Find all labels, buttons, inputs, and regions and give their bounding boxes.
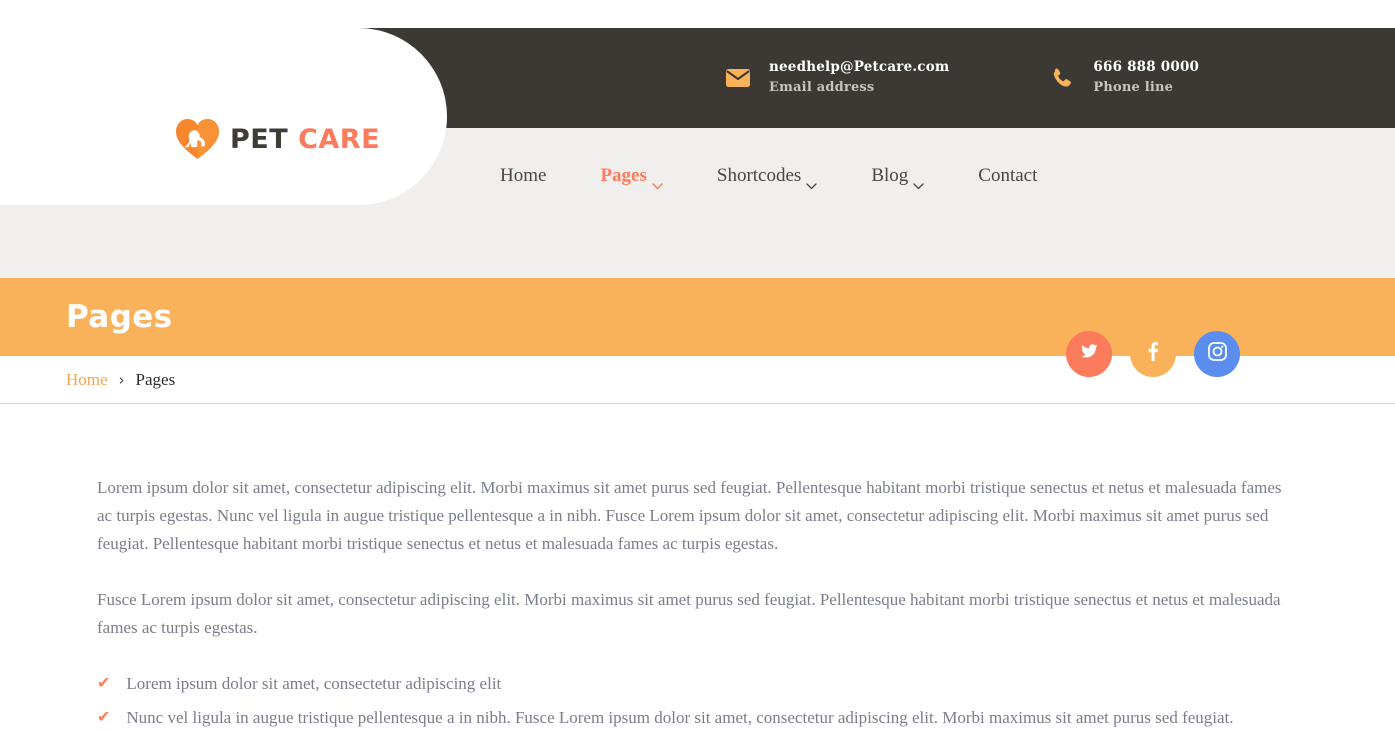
- nav-item-blog-label: Blog: [871, 164, 909, 186]
- social-facebook[interactable]: [1130, 331, 1176, 377]
- list-item: ✔ Lorem ipsum dolor sit amet, consectetu…: [97, 670, 1300, 698]
- paragraph-1: Lorem ipsum dolor sit amet, consectetur …: [97, 478, 1282, 553]
- check-icon: ✔: [97, 709, 111, 726]
- contact-phone-value: 666 888 0000: [1093, 59, 1200, 76]
- page-title: Pages: [66, 299, 173, 335]
- logo-text-pet: PET: [230, 123, 289, 155]
- site-logo[interactable]: PET CARE: [175, 118, 380, 160]
- contact-email-label: Email address: [769, 80, 875, 96]
- paragraph-2: Fusce Lorem ipsum dolor sit amet, consec…: [97, 590, 1281, 637]
- breadcrumb-home[interactable]: Home: [66, 370, 108, 390]
- nav-item-home-label: Home: [500, 164, 547, 186]
- facebook-icon: [1148, 342, 1158, 366]
- feature-check-list: ✔ Lorem ipsum dolor sit amet, consectetu…: [97, 670, 1300, 733]
- chevron-down-icon: [652, 174, 663, 190]
- social-links: [1066, 331, 1240, 377]
- nav-item-shortcodes-label: Shortcodes: [716, 164, 802, 186]
- contact-email-value: needhelp@Petcare.com: [769, 59, 950, 76]
- breadcrumb-separator-icon: ›: [118, 370, 125, 389]
- nav-item-home[interactable]: Home: [500, 165, 546, 187]
- site-header: PET CARE needhelp@Petcare.com Email addr…: [0, 28, 1395, 205]
- breadcrumb-current: Pages: [135, 369, 176, 389]
- social-instagram[interactable]: [1194, 331, 1240, 377]
- logo-panel: PET CARE: [0, 28, 447, 205]
- twitter-icon: [1080, 344, 1098, 364]
- main-content: Lorem ipsum dolor sit amet, consectetur …: [0, 404, 1395, 733]
- logo-wordmark: PET CARE: [230, 126, 380, 153]
- header-contacts: needhelp@Petcare.com Email address 666 8…: [725, 28, 1199, 128]
- instagram-icon: [1207, 342, 1227, 366]
- nav-item-pages[interactable]: Pages: [600, 164, 663, 190]
- nav-item-pages-label: Pages: [600, 164, 647, 186]
- contact-email[interactable]: needhelp@Petcare.com Email address: [725, 57, 949, 98]
- social-twitter[interactable]: [1066, 331, 1112, 377]
- main-navigation: Home Pages Shortcodes Blog Contact: [447, 128, 1037, 223]
- chevron-down-icon: [806, 174, 817, 190]
- phone-icon: [1049, 68, 1075, 88]
- nav-item-contact[interactable]: Contact: [978, 165, 1037, 187]
- nav-item-shortcodes[interactable]: Shortcodes: [716, 164, 817, 190]
- envelope-icon: [725, 69, 751, 87]
- check-icon: ✔: [97, 675, 111, 692]
- top-white-strip: [0, 0, 1395, 28]
- logo-text-care: CARE: [298, 123, 381, 155]
- heart-with-pet-icon: [175, 118, 220, 160]
- list-item: ✔ Nunc vel ligula in augue tristique pel…: [97, 704, 1300, 733]
- nav-item-contact-label: Contact: [978, 164, 1038, 186]
- contact-phone[interactable]: 666 888 0000 Phone line: [1049, 57, 1199, 98]
- list-item-label: Lorem ipsum dolor sit amet, consectetur …: [126, 674, 502, 693]
- chevron-down-icon: [913, 174, 924, 190]
- list-item-label: Nunc vel ligula in augue tristique pelle…: [126, 708, 1234, 727]
- nav-item-blog[interactable]: Blog: [871, 164, 924, 190]
- contact-phone-label: Phone line: [1093, 80, 1174, 96]
